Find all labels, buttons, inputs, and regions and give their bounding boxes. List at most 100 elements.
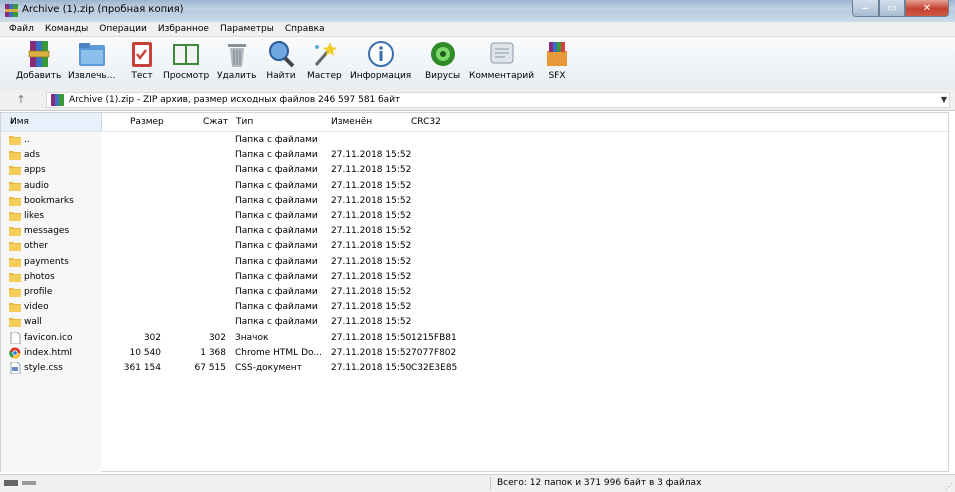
file-size: 302 [143,332,161,343]
folder-icon [9,149,21,161]
file-name: ads [24,150,40,161]
column-header: ▲ Имя Размер Сжат Тип Изменён CRC32 [1,113,948,132]
file-crc: 1215FB81 [411,332,457,343]
find-button[interactable]: Найти [265,39,297,81]
close-button[interactable]: ✕ [905,0,949,17]
comment-label: Комментарий [469,71,535,81]
column-header-packed[interactable]: Сжат [203,117,228,127]
menu-options[interactable]: Параметры [220,24,274,34]
maximize-button[interactable]: ▭ [879,0,905,17]
table-row[interactable]: index.html 10 540 1 368 Chrome HTML Do... 27… [1,346,948,361]
sfx-box-icon [547,42,567,66]
menu-operations[interactable]: Операции [99,24,147,34]
folder-icon [9,240,21,252]
column-header-crc[interactable]: CRC32 [411,117,441,127]
file-modified: 27.11.2018 15:52 [331,195,412,206]
table-row[interactable]: favicon.ico 302 302 Значок 27.11.2018 15:50 1… [1,331,948,346]
file-type: Chrome HTML Do... [235,347,322,358]
column-header-name[interactable]: ▲ Имя [1,113,102,131]
test-button[interactable]: Тест [126,39,158,81]
menu-favorites[interactable]: Избранное [158,24,209,34]
folder-icon [9,210,21,222]
file-modified: 27.11.2018 15:52 [331,165,412,176]
resize-grip-icon[interactable]: ⋰ [945,482,953,491]
magnifier-icon [269,41,295,68]
file-type: Папка с файлами [235,226,318,237]
minimize-button[interactable]: ‒ [852,0,879,17]
column-header-modified[interactable]: Изменён [331,117,372,127]
file-modified: 27.11.2018 15:52 [331,256,412,267]
table-row[interactable]: profile Папка с файлами 27.11.2018 15:52 [1,285,948,300]
comment-icon [490,42,514,64]
address-field[interactable]: Archive (1).zip - ZIP архив, размер исхо… [46,92,950,108]
table-row[interactable]: apps Папка с файлами 27.11.2018 15:52 [1,163,948,178]
wizard-button[interactable]: Мастер [307,39,342,81]
file-type: Папка с файлами [235,241,318,252]
status-text: Всего: 12 папок и 371 996 байт в 3 файла… [497,478,702,488]
file-name: video [24,302,49,313]
toolbar: Добавить Извлечь... Тест Просмотр Удалит… [0,37,955,91]
find-label: Найти [266,71,296,81]
table-row[interactable]: video Папка с файлами 27.11.2018 15:52 [1,300,948,315]
column-header-type[interactable]: Тип [236,117,253,127]
address-bar: ↑ Archive (1).zip - ZIP архив, размер ис… [0,90,955,111]
file-modified: 27.11.2018 15:50 [331,332,412,343]
file-modified: 27.11.2018 15:52 [331,287,412,297]
table-row[interactable]: audio Папка с файлами 27.11.2018 15:52 [1,179,948,194]
column-header-size[interactable]: Размер [130,117,164,127]
folder-icon [9,195,21,207]
file-name: other [24,241,48,252]
table-row[interactable]: bookmarks Папка с файлами 27.11.2018 15:52 [1,194,948,209]
window-title: Archive (1).zip (пробная копия) [22,4,184,15]
file-type: CSS-документ [235,363,302,373]
info-button[interactable]: Информация [350,39,411,81]
folder-icon [9,286,21,298]
book-view-icon [173,44,200,65]
table-row[interactable]: photos Папка с файлами 27.11.2018 15:52 [1,270,948,285]
up-arrow-icon[interactable]: ↑ [14,93,28,107]
table-row[interactable]: .. Папка с файлами [1,133,948,148]
add-button[interactable]: Добавить [16,39,61,81]
file-list: ▲ Имя Размер Сжат Тип Изменён CRC32 .. Па… [0,112,949,472]
menu-help[interactable]: Справка [285,24,325,34]
menu-commands[interactable]: Команды [45,24,88,34]
file-name: favicon.ico [24,332,73,343]
drive-status-icon [4,480,36,486]
file-type: Папка с файлами [235,135,318,145]
table-row[interactable]: wall Папка с файлами 27.11.2018 15:52 [1,315,948,330]
css-file-icon [9,361,21,375]
delete-button[interactable]: Удалить [217,39,256,81]
title-bar: Archive (1).zip (пробная копия) ‒ ▭ ✕ [0,0,955,23]
file-packed: 302 [208,332,226,343]
file-modified: 27.11.2018 15:52 [331,150,412,161]
table-row[interactable]: style.css 361 154 67 515 CSS-документ 27.11.… [1,361,948,376]
test-clipboard-icon [132,42,152,67]
file-icon [9,331,21,344]
table-row[interactable]: messages Папка с файлами 27.11.2018 15:52 [1,224,948,239]
menu-bar: Файл Команды Операции Избранное Параметр… [0,22,955,37]
menu-file[interactable]: Файл [9,24,34,34]
folder-icon [9,164,21,176]
file-type: Значок [235,332,269,343]
view-button[interactable]: Просмотр [163,39,209,81]
folder-icon [9,271,21,283]
table-row[interactable]: payments Папка с файлами 27.11.2018 15:52 [1,255,948,270]
file-modified: 27.11.2018 15:52 [331,180,412,191]
file-modified: 27.11.2018 15:52 [331,271,412,282]
extract-button[interactable]: Извлечь... [68,39,115,81]
table-row[interactable]: other Папка с файлами 27.11.2018 15:52 [1,239,948,254]
comment-button[interactable]: Комментарий [469,39,534,81]
sfx-button[interactable]: SFX [541,39,573,81]
dropdown-arrow-icon[interactable]: ▼ [941,95,947,104]
virus-scan-button[interactable]: Вирусы [425,39,460,81]
file-modified: 27.11.2018 15:52 [331,226,412,237]
file-name: likes [24,211,45,221]
file-name: .. [24,135,30,145]
file-type: Папка с файлами [235,195,318,206]
file-crc: 7077F802 [411,347,457,358]
file-size: 10 540 [129,347,162,358]
table-row[interactable]: ads Папка с файлами 27.11.2018 15:52 [1,148,948,163]
file-name: profile [24,287,53,297]
file-name: photos [24,271,55,282]
table-row[interactable]: likes Папка с файлами 27.11.2018 15:52 [1,209,948,224]
